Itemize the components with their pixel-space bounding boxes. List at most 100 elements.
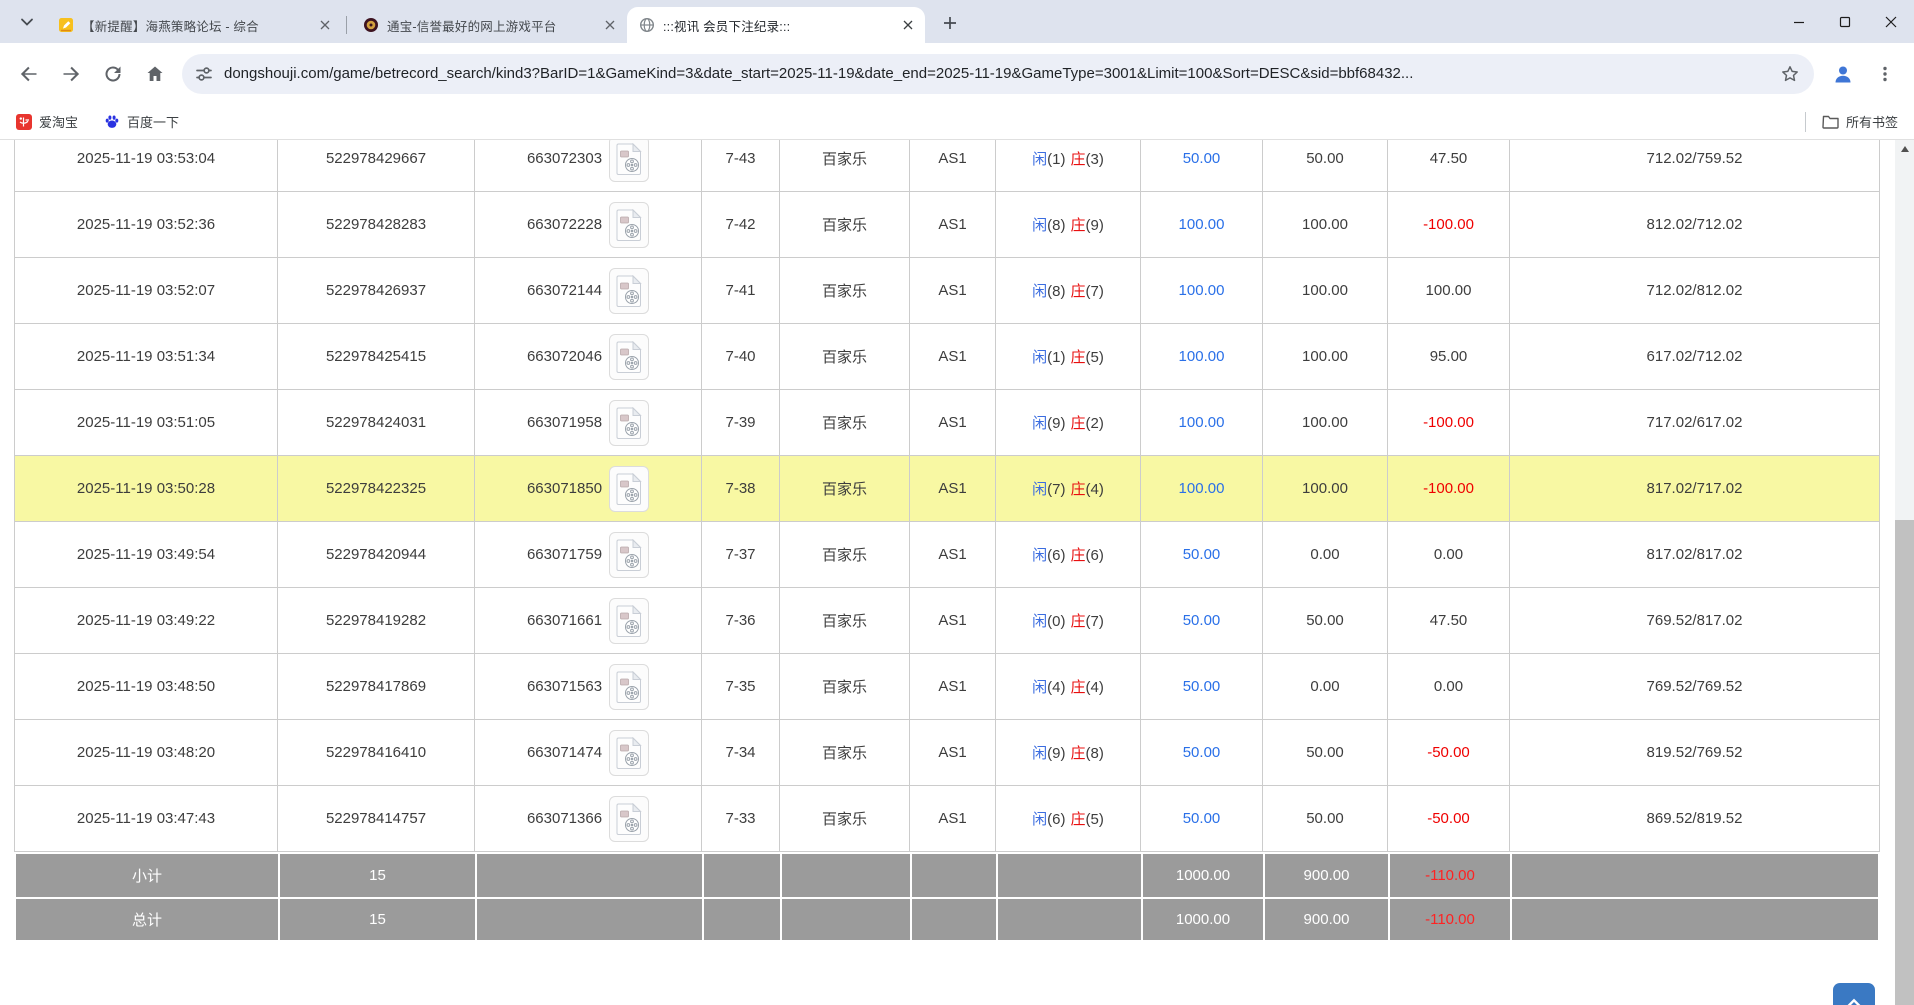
win-loss: 47.50 bbox=[1388, 588, 1510, 654]
game-round: 663071661 bbox=[475, 588, 702, 654]
video-replay-button[interactable] bbox=[609, 664, 649, 710]
table-row[interactable]: 2025-11-19 03:52:36 522978428283 6630722… bbox=[14, 192, 1880, 258]
scroll-up-arrow[interactable] bbox=[1895, 140, 1914, 157]
table-row[interactable]: 2025-11-19 03:50:28 522978422325 6630718… bbox=[14, 456, 1880, 522]
tab-forum[interactable]: 【新提醒】海燕策略论坛 - 综合 bbox=[46, 7, 342, 43]
tab-search-button[interactable] bbox=[12, 7, 42, 37]
bet-detail: 闲(6)庄(5) bbox=[996, 786, 1141, 852]
forward-button[interactable] bbox=[50, 53, 92, 95]
bet-time: 2025-11-19 03:47:43 bbox=[14, 786, 278, 852]
game-name: 百家乐 bbox=[780, 140, 910, 192]
bet-records-table: 2025-11-19 03:53:04 522978429667 6630723… bbox=[14, 140, 1880, 942]
account: AS1 bbox=[910, 258, 996, 324]
tab-tongbao[interactable]: 通宝-信誉最好的网上游戏平台 bbox=[351, 7, 627, 43]
scrollbar[interactable] bbox=[1895, 140, 1914, 1005]
table-row[interactable]: 2025-11-19 03:49:54 522978420944 6630717… bbox=[14, 522, 1880, 588]
bet-detail: 闲(6)庄(6) bbox=[996, 522, 1141, 588]
video-replay-button[interactable] bbox=[609, 796, 649, 842]
video-replay-button[interactable] bbox=[609, 268, 649, 314]
game-round: 663071563 bbox=[475, 654, 702, 720]
table-number: 7-35 bbox=[702, 654, 780, 720]
win-loss: -100.00 bbox=[1388, 456, 1510, 522]
total-label: 总计 bbox=[14, 897, 278, 942]
game-name: 百家乐 bbox=[780, 192, 910, 258]
account: AS1 bbox=[910, 140, 996, 192]
close-window-button[interactable] bbox=[1868, 0, 1914, 43]
valid-amount: 50.00 bbox=[1263, 588, 1388, 654]
close-icon bbox=[1885, 16, 1897, 28]
bookmark-baidu[interactable]: 百度一下 bbox=[104, 112, 179, 131]
url-bar[interactable]: dongshouji.com/game/betrecord_search/kin… bbox=[182, 54, 1814, 94]
table-number: 7-41 bbox=[702, 258, 780, 324]
tab-bet-records[interactable]: :::视讯 会员下注纪录::: bbox=[627, 7, 925, 43]
table-row[interactable]: 2025-11-19 03:51:34 522978425415 6630720… bbox=[14, 324, 1880, 390]
game-name: 百家乐 bbox=[780, 258, 910, 324]
bet-amount: 50.00 bbox=[1141, 140, 1263, 192]
table-row[interactable]: 2025-11-19 03:51:05 522978424031 6630719… bbox=[14, 390, 1880, 456]
back-button[interactable] bbox=[8, 53, 50, 95]
table-row[interactable]: 2025-11-19 03:49:22 522978419282 6630716… bbox=[14, 588, 1880, 654]
table-row[interactable]: 2025-11-19 03:47:43 522978414757 6630713… bbox=[14, 786, 1880, 852]
game-round: 663072303 bbox=[475, 140, 702, 192]
account: AS1 bbox=[910, 456, 996, 522]
new-tab-button[interactable] bbox=[935, 8, 965, 38]
bet-time: 2025-11-19 03:52:36 bbox=[14, 192, 278, 258]
minimize-button[interactable] bbox=[1776, 0, 1822, 43]
valid-amount: 0.00 bbox=[1263, 522, 1388, 588]
win-loss: -50.00 bbox=[1388, 720, 1510, 786]
video-replay-button[interactable] bbox=[609, 400, 649, 446]
win-loss: 47.50 bbox=[1388, 140, 1510, 192]
profile-button[interactable] bbox=[1822, 53, 1864, 95]
tongbao-favicon-icon bbox=[363, 17, 379, 33]
bet-detail: 闲(8)庄(9) bbox=[996, 192, 1141, 258]
table-row[interactable]: 2025-11-19 03:48:20 522978416410 6630714… bbox=[14, 720, 1880, 786]
bet-id: 522978424031 bbox=[278, 390, 475, 456]
maximize-icon bbox=[1839, 16, 1851, 28]
table-row[interactable]: 2025-11-19 03:53:04 522978429667 6630723… bbox=[14, 140, 1880, 192]
new-tab-icon bbox=[942, 15, 958, 31]
video-file-icon bbox=[616, 803, 642, 835]
bet-time: 2025-11-19 03:48:20 bbox=[14, 720, 278, 786]
video-file-icon bbox=[616, 275, 642, 307]
empty-cell bbox=[780, 897, 910, 942]
table-row[interactable]: 2025-11-19 03:48:50 522978417869 6630715… bbox=[14, 654, 1880, 720]
video-replay-button[interactable] bbox=[609, 202, 649, 248]
tab-close-icon[interactable] bbox=[601, 16, 619, 34]
table-number: 7-40 bbox=[702, 324, 780, 390]
table-row[interactable]: 2025-11-19 03:52:07 522978426937 6630721… bbox=[14, 258, 1880, 324]
balance: 769.52/817.02 bbox=[1510, 588, 1880, 654]
tab-close-icon[interactable] bbox=[316, 16, 334, 34]
bet-id: 522978416410 bbox=[278, 720, 475, 786]
video-replay-button[interactable] bbox=[609, 140, 649, 182]
maximize-button[interactable] bbox=[1822, 0, 1868, 43]
menu-button[interactable] bbox=[1864, 53, 1906, 95]
video-replay-button[interactable] bbox=[609, 466, 649, 512]
total-bet: 1000.00 bbox=[1141, 897, 1263, 942]
empty-cell bbox=[910, 852, 996, 897]
home-button[interactable] bbox=[134, 53, 176, 95]
bookmark-taobao[interactable]: 爱淘宝 bbox=[16, 112, 78, 131]
video-replay-button[interactable] bbox=[609, 334, 649, 380]
video-replay-button[interactable] bbox=[609, 598, 649, 644]
video-replay-button[interactable] bbox=[609, 532, 649, 578]
valid-amount: 50.00 bbox=[1263, 140, 1388, 192]
bookmark-label: 爱淘宝 bbox=[39, 112, 78, 131]
reload-button[interactable] bbox=[92, 53, 134, 95]
empty-cell bbox=[1510, 852, 1880, 897]
scroll-to-top-button[interactable] bbox=[1833, 983, 1875, 1005]
video-replay-button[interactable] bbox=[609, 730, 649, 776]
bet-time: 2025-11-19 03:48:50 bbox=[14, 654, 278, 720]
scrollbar-thumb[interactable] bbox=[1895, 520, 1914, 1005]
empty-cell bbox=[1510, 897, 1880, 942]
tab-close-icon[interactable] bbox=[899, 16, 917, 34]
bookmarks-bar: 爱淘宝 百度一下 所有书签 bbox=[0, 104, 1914, 140]
table-number: 7-36 bbox=[702, 588, 780, 654]
bet-table-summary: 小计 15 1000.00 900.00 -110.00 总计 15 bbox=[14, 852, 1880, 942]
all-bookmarks-button[interactable]: 所有书签 bbox=[1822, 112, 1898, 131]
win-loss: 95.00 bbox=[1388, 324, 1510, 390]
star-icon[interactable] bbox=[1780, 64, 1800, 84]
table-number: 7-33 bbox=[702, 786, 780, 852]
forum-favicon-icon bbox=[58, 17, 74, 33]
bet-time: 2025-11-19 03:49:54 bbox=[14, 522, 278, 588]
balance: 819.52/769.52 bbox=[1510, 720, 1880, 786]
